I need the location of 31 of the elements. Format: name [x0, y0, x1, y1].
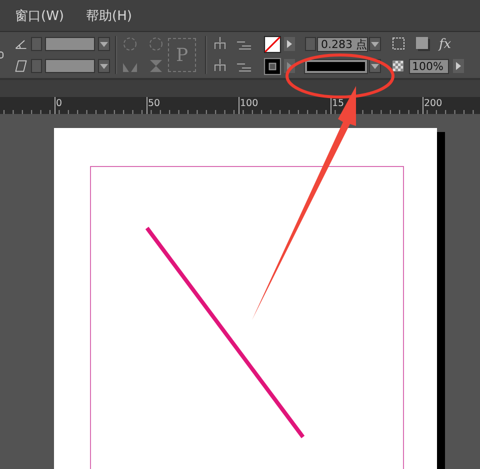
ruler-label: 200 [424, 98, 442, 109]
menu-item[interactable]: 帮助(H) [86, 6, 132, 24]
opacity-field[interactable]: 100% [409, 58, 449, 74]
ruler-label: 15 [332, 98, 344, 109]
play-icon[interactable] [453, 59, 464, 73]
align-icon[interactable] [212, 36, 228, 52]
caret-icon [371, 42, 379, 46]
angle-icon[interactable] [14, 37, 28, 51]
align-icon[interactable] [212, 58, 228, 74]
fill-none-swatch[interactable] [264, 36, 281, 52]
stroke-weight-field[interactable]: 0.283 点 [317, 36, 368, 52]
dropdown-button[interactable] [369, 37, 381, 51]
caret-icon [371, 64, 379, 68]
shear-field[interactable] [45, 59, 95, 73]
menu-item[interactable]: 窗口(W) [15, 6, 64, 24]
ruler-label: 50 [148, 98, 160, 109]
caret-icon [100, 42, 108, 46]
dropdown-button[interactable] [98, 37, 110, 51]
frame-icon[interactable] [391, 36, 407, 52]
effects-button[interactable]: fx [439, 36, 452, 52]
shear-icon[interactable] [14, 59, 28, 73]
checker-icon[interactable] [391, 59, 405, 73]
stroke-swatch[interactable] [264, 58, 281, 74]
caret-icon [100, 64, 108, 68]
angle-field[interactable] [45, 37, 95, 51]
stroke-type-field[interactable] [305, 60, 367, 72]
shadow-icon[interactable] [415, 36, 431, 52]
play-icon[interactable] [284, 37, 295, 51]
dropdown-button[interactable] [98, 59, 110, 73]
ruler-label: 0 [56, 98, 62, 109]
ruler-label: 100 [240, 98, 258, 109]
